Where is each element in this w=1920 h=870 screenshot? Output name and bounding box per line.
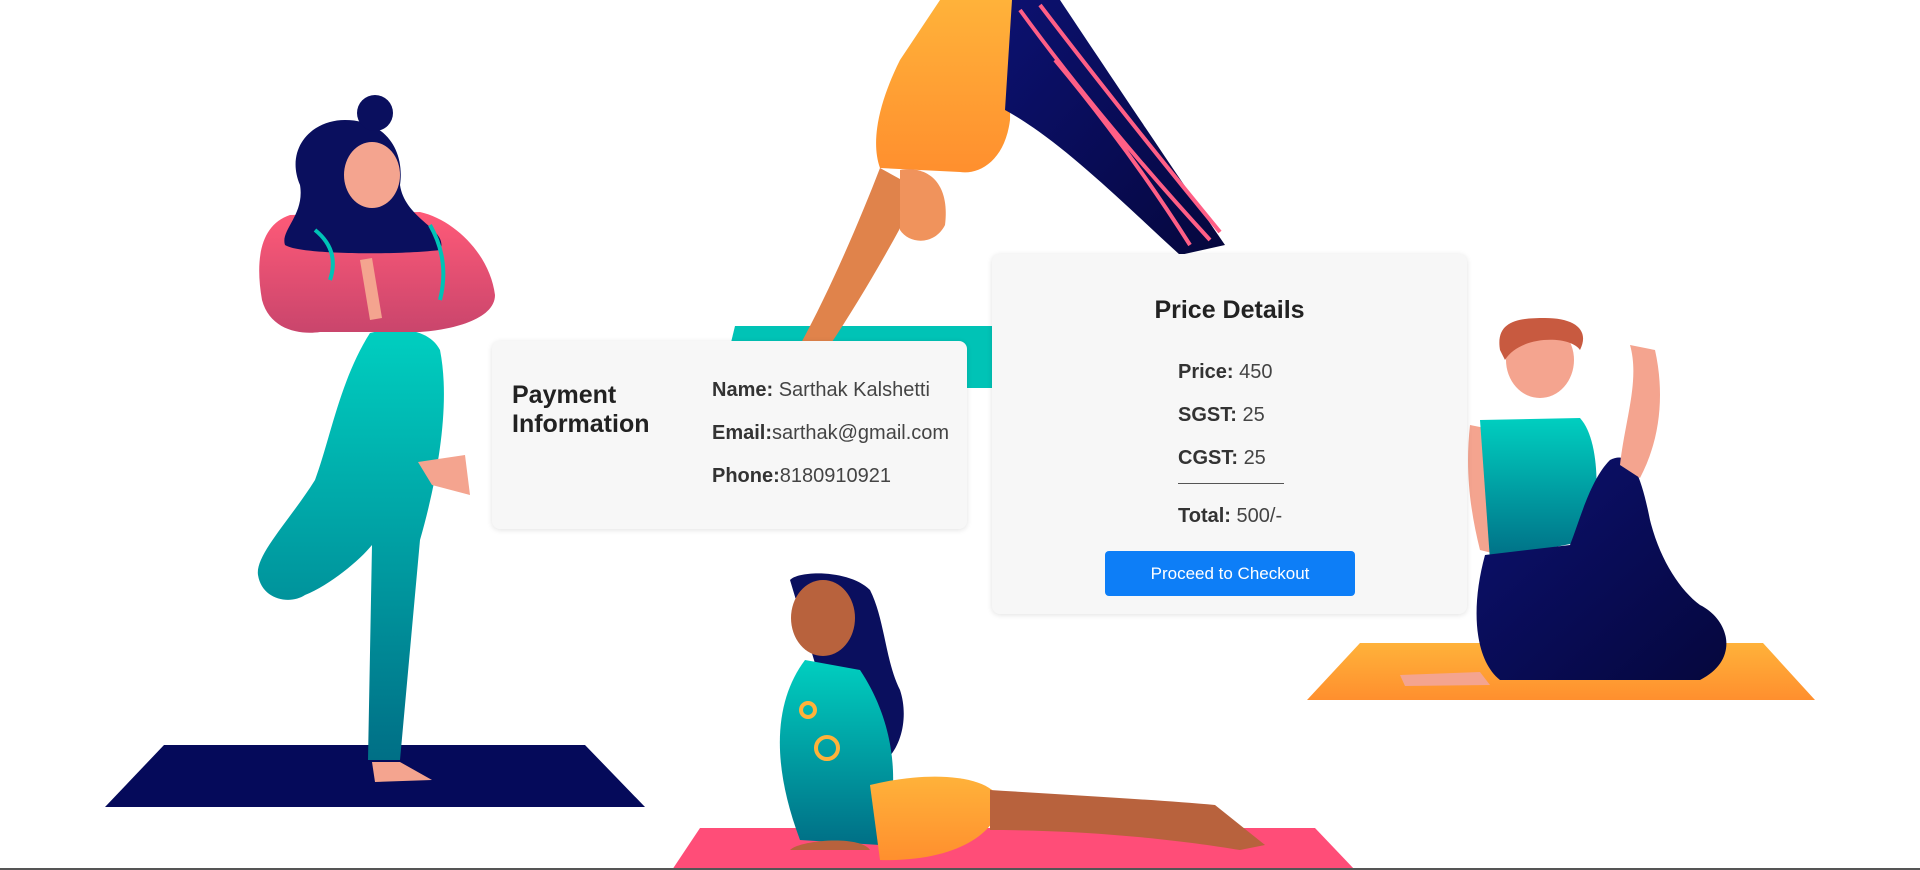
payment-information-card: Payment Information Name: Sarthak Kalshe… <box>492 341 967 529</box>
price-row: Price: 450 <box>1178 361 1273 384</box>
sgst-label: SGST: <box>1178 404 1237 426</box>
cgst-label: CGST: <box>1178 447 1238 469</box>
phone-row: Phone:8180910921 <box>712 465 891 488</box>
total-row: Total: 500/- <box>1178 505 1282 528</box>
email-row: Email:sarthak@gmail.com <box>712 422 949 445</box>
pink-yoga-mat <box>672 828 1355 870</box>
phone-value: 8180910921 <box>779 465 892 487</box>
total-divider <box>1178 483 1284 484</box>
name-label: Name: <box>712 379 774 401</box>
cgst-row: CGST: 25 <box>1178 447 1266 470</box>
proceed-to-checkout-button[interactable]: Proceed to Checkout <box>1105 551 1355 596</box>
name-row: Name: Sarthak Kalshetti <box>712 379 930 402</box>
price-details-card: Price Details Price: 450 SGST: 25 CGST: … <box>992 254 1467 614</box>
sgst-row: SGST: 25 <box>1178 404 1265 427</box>
email-value: sarthak@gmail.com <box>772 422 950 444</box>
price-value: 450 <box>1239 361 1273 383</box>
sgst-value: 25 <box>1242 404 1265 426</box>
price-details-title: Price Details <box>1154 296 1305 324</box>
phone-label: Phone: <box>712 465 780 487</box>
total-label: Total: <box>1178 505 1231 527</box>
total-value: 500/- <box>1236 505 1283 527</box>
name-value: Sarthak Kalshetti <box>778 379 930 401</box>
email-label: Email: <box>712 422 773 444</box>
cgst-value: 25 <box>1243 447 1266 469</box>
price-label: Price: <box>1178 361 1234 383</box>
cobra-pose-figure <box>672 573 1355 870</box>
payment-title: Payment Information <box>512 381 650 438</box>
